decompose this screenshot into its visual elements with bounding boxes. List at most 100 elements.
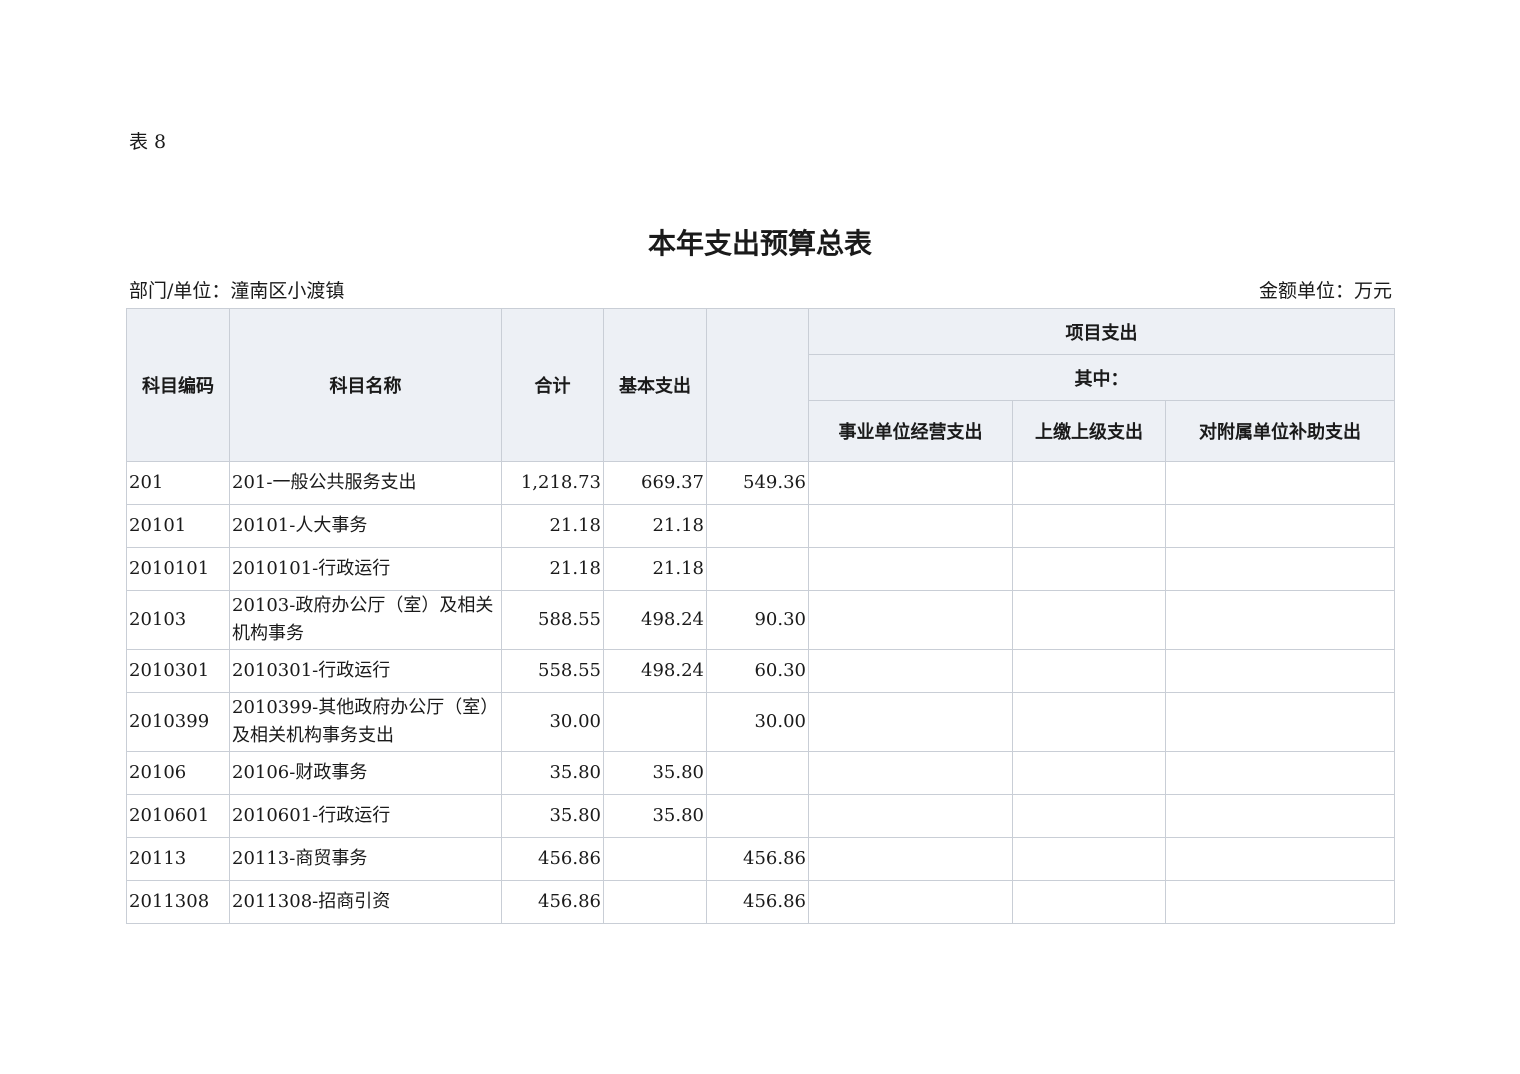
- cell-business: [808, 880, 1013, 924]
- cell-upper: [1012, 751, 1166, 795]
- table-row: 20106 20106-财政事务 35.80 35.80: [126, 751, 1396, 795]
- header-code: 科目编码: [126, 308, 230, 462]
- cell-project: [706, 547, 809, 591]
- header-basic: 基本支出: [603, 308, 707, 462]
- table-row: 2010101 2010101-行政运行 21.18 21.18: [126, 547, 1396, 591]
- cell-upper: [1012, 692, 1166, 752]
- cell-business: [808, 837, 1013, 881]
- cell-basic: 498.24: [603, 590, 707, 650]
- header-of-which: 其中：: [807, 354, 1396, 401]
- amount-unit-label: 金额单位：万元: [1258, 280, 1392, 302]
- cell-subsidy: [1164, 751, 1396, 795]
- cell-subsidy: [1164, 547, 1396, 591]
- cell-project: 456.86: [706, 837, 809, 881]
- cell-code: 20113: [126, 837, 230, 881]
- cell-subsidy: [1164, 692, 1396, 752]
- department-label: 部门/单位：潼南区小渡镇: [129, 280, 345, 302]
- cell-basic: [603, 837, 707, 881]
- expenditure-budget-table: 科目编码 科目名称 合计 基本支出 项目支出 其中： 事业单位经营支出 上缴上级…: [126, 308, 1396, 924]
- cell-total: 35.80: [501, 751, 604, 795]
- cell-code: 2010601: [126, 794, 230, 838]
- cell-upper: [1012, 794, 1166, 838]
- cell-name: 201-一般公共服务支出: [229, 461, 502, 505]
- header-name: 科目名称: [229, 308, 502, 462]
- table-row: 2011308 2011308-招商引资 456.86 456.86: [126, 880, 1396, 924]
- header-subsidy: 对附属单位补助支出: [1164, 400, 1396, 462]
- cell-code: 2010399: [126, 692, 230, 752]
- cell-upper: [1012, 504, 1166, 548]
- cell-upper: [1012, 590, 1166, 650]
- cell-name: 20106-财政事务: [229, 751, 502, 795]
- cell-total: 21.18: [501, 504, 604, 548]
- cell-upper: [1012, 837, 1166, 881]
- header-project: 项目支出: [807, 308, 1396, 355]
- cell-total: 21.18: [501, 547, 604, 591]
- cell-subsidy: [1164, 794, 1396, 838]
- cell-project: 90.30: [706, 590, 809, 650]
- cell-basic: [603, 880, 707, 924]
- cell-basic: [603, 692, 707, 752]
- cell-subsidy: [1164, 504, 1396, 548]
- cell-business: [808, 794, 1013, 838]
- header-project-blank: [706, 308, 809, 462]
- cell-total: 588.55: [501, 590, 604, 650]
- cell-name: 2011308-招商引资: [229, 880, 502, 924]
- cell-code: 201: [126, 461, 230, 505]
- cell-business: [808, 649, 1013, 693]
- table-row: 2010301 2010301-行政运行 558.55 498.24 60.30: [126, 649, 1396, 693]
- cell-subsidy: [1164, 590, 1396, 650]
- cell-name: 2010601-行政运行: [229, 794, 502, 838]
- cell-total: 35.80: [501, 794, 604, 838]
- cell-total: 456.86: [501, 880, 604, 924]
- table-number: 表 8: [129, 131, 167, 153]
- cell-name: 20101-人大事务: [229, 504, 502, 548]
- cell-total: 456.86: [501, 837, 604, 881]
- table-row: 20103 20103-政府办公厅（室）及相关机构事务 588.55 498.24 90…: [126, 590, 1396, 650]
- cell-code: 20103: [126, 590, 230, 650]
- cell-project: 549.36: [706, 461, 809, 505]
- table-row: 20101 20101-人大事务 21.18 21.18: [126, 504, 1396, 548]
- cell-name: 2010101-行政运行: [229, 547, 502, 591]
- cell-subsidy: [1164, 649, 1396, 693]
- cell-project: 30.00: [706, 692, 809, 752]
- document-title: 本年支出预算总表: [647, 227, 872, 260]
- cell-code: 2010101: [126, 547, 230, 591]
- header-upper: 上缴上级支出: [1012, 400, 1166, 462]
- cell-project: [706, 794, 809, 838]
- cell-code: 2011308: [126, 880, 230, 924]
- cell-business: [808, 751, 1013, 795]
- cell-project: 456.86: [706, 880, 809, 924]
- cell-name: 2010301-行政运行: [229, 649, 502, 693]
- cell-upper: [1012, 547, 1166, 591]
- table-row: 2010601 2010601-行政运行 35.80 35.80: [126, 794, 1396, 838]
- cell-name: 20113-商贸事务: [229, 837, 502, 881]
- header-business: 事业单位经营支出: [808, 400, 1013, 462]
- cell-business: [808, 461, 1013, 505]
- table-row: 20113 20113-商贸事务 456.86 456.86: [126, 837, 1396, 881]
- cell-project: [706, 751, 809, 795]
- cell-basic: 21.18: [603, 547, 707, 591]
- cell-basic: 498.24: [603, 649, 707, 693]
- cell-name: 20103-政府办公厅（室）及相关机构事务: [229, 590, 502, 650]
- cell-business: [808, 504, 1013, 548]
- cell-business: [808, 590, 1013, 650]
- cell-basic: 21.18: [603, 504, 707, 548]
- cell-total: 1,218.73: [501, 461, 604, 505]
- cell-upper: [1012, 880, 1166, 924]
- cell-subsidy: [1164, 837, 1396, 881]
- cell-code: 20106: [126, 751, 230, 795]
- table-row: 201 201-一般公共服务支出 1,218.73 669.37 549.36: [126, 461, 1396, 505]
- cell-project: 60.30: [706, 649, 809, 693]
- header-total: 合计: [501, 308, 604, 462]
- cell-upper: [1012, 461, 1166, 505]
- cell-code: 2010301: [126, 649, 230, 693]
- table-header: 科目编码 科目名称 合计 基本支出 项目支出 其中： 事业单位经营支出 上缴上级…: [126, 308, 1396, 462]
- cell-project: [706, 504, 809, 548]
- cell-total: 558.55: [501, 649, 604, 693]
- cell-basic: 35.80: [603, 751, 707, 795]
- cell-basic: 35.80: [603, 794, 707, 838]
- cell-business: [808, 547, 1013, 591]
- table-body: 201 201-一般公共服务支出 1,218.73 669.37 549.36 20101…: [126, 461, 1396, 924]
- cell-subsidy: [1164, 461, 1396, 505]
- cell-upper: [1012, 649, 1166, 693]
